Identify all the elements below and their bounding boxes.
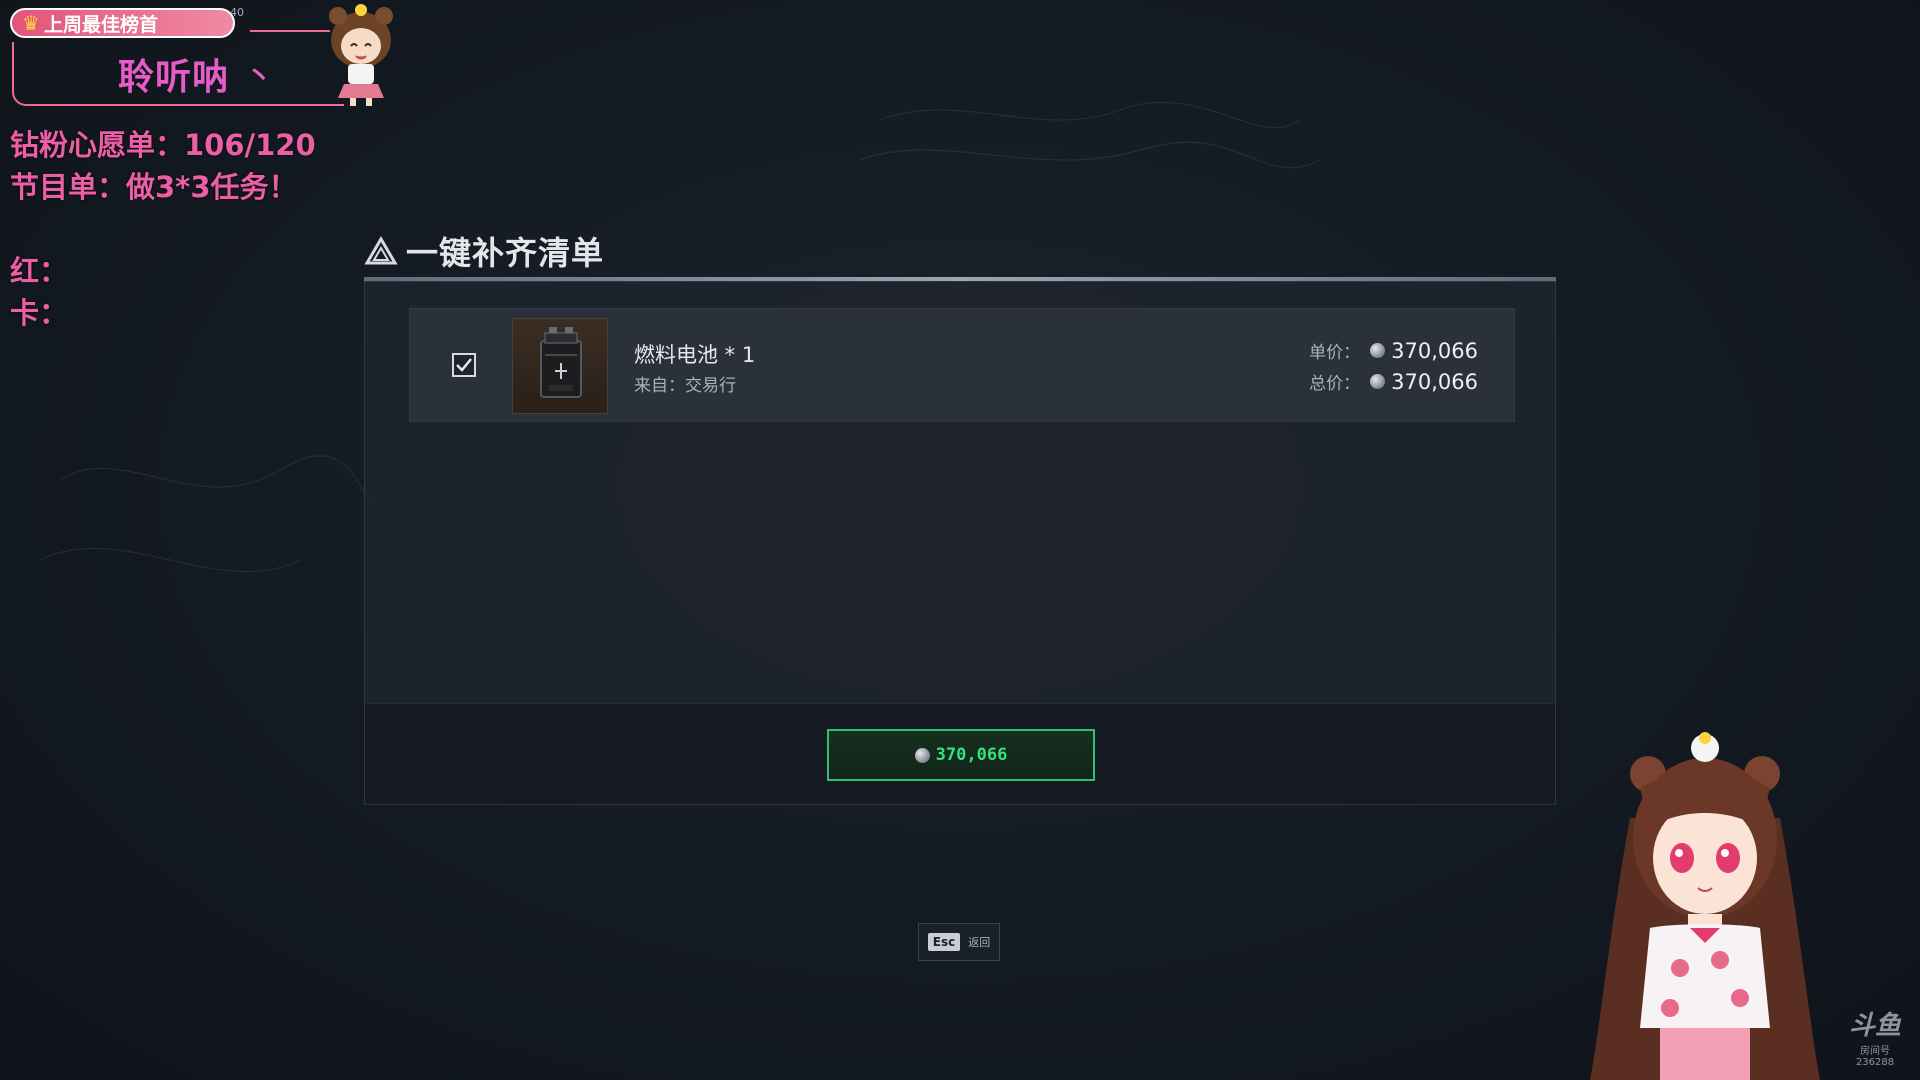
unit-price-value: 370,066 (1391, 338, 1478, 363)
item-name: 燃料电池 * 1 (634, 343, 756, 367)
vtuber-avatar-image (1590, 732, 1820, 1080)
watermark-logo: 斗鱼 (1848, 1011, 1901, 1041)
price-block: 单价： 370,066 总价： 370,066 (1309, 335, 1478, 397)
wishlist-line: 钻粉心愿单：106/120 (10, 128, 316, 162)
item-source: 来自：交易行 (634, 376, 736, 396)
item-checkbox[interactable] (452, 353, 476, 377)
banner-number: 40 (230, 6, 244, 19)
watermark-room-label: 房间号 (1860, 1046, 1890, 1057)
program-line: 节目单：做3*3任务！ (10, 170, 298, 204)
douyu-watermark: 斗鱼 房间号 236288 (1840, 1005, 1910, 1068)
top-fan-banner: ♛ 上周最佳榜首 (10, 8, 235, 38)
coin-icon (1370, 374, 1386, 389)
list-item[interactable]: 燃料电池 * 1 来自：交易行 单价： 370,066 总价： 370,066 (409, 308, 1515, 422)
esc-key-badge: Esc (927, 933, 961, 951)
coin-icon (1370, 343, 1386, 358)
total-price-value: 370,066 (1391, 369, 1478, 394)
watermark-room-id: 236288 (1855, 1057, 1895, 1068)
checkmark-icon (456, 358, 472, 372)
fuel-cell-icon (540, 327, 582, 398)
warning-triangle-icon (364, 236, 398, 265)
chibi-mascot-image (329, 4, 393, 106)
streamer-name: 聆听呐 (118, 57, 230, 98)
dialog-title: 一键补齐清单 (406, 234, 605, 272)
streamer-name-tick: 丶 (246, 62, 273, 92)
restock-list-dialog: 燃料电池 * 1 来自：交易行 单价： 370,066 总价： 370,066 … (364, 281, 1556, 805)
dialog-header: 一键补齐清单 (364, 228, 604, 274)
esc-back-button[interactable]: Esc 返回 (918, 923, 1000, 961)
unit-price-line: 单价： 370,066 (1309, 335, 1478, 366)
purchase-total-value: 370,066 (935, 745, 1008, 765)
crown-icon: ♛ (22, 11, 40, 35)
coin-icon (914, 747, 930, 763)
fuel-cell-item-image (512, 318, 608, 414)
banner-text: 上周最佳榜首 (43, 13, 158, 36)
unit-price-label: 单价： (1309, 343, 1361, 363)
purchase-button[interactable]: 370,066 (827, 729, 1095, 781)
red-line: 红： (10, 254, 69, 288)
total-price-label: 总价： (1309, 374, 1361, 394)
card-line: 卡： (10, 296, 69, 330)
back-label: 返回 (968, 936, 991, 949)
total-price-line: 总价： 370,066 (1309, 366, 1478, 397)
